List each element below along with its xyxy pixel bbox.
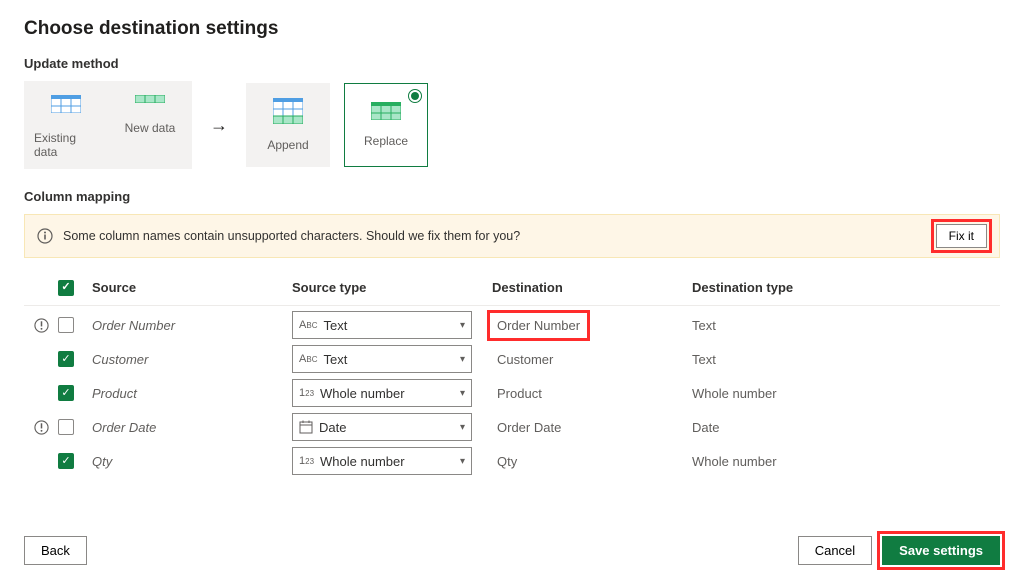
save-settings-button[interactable]: Save settings: [882, 536, 1000, 565]
source-type-dropdown[interactable]: 123 Whole number ▾: [292, 379, 472, 407]
table-row: Order Date Date ▾ Order Date Date: [24, 410, 1000, 444]
column-mapping-table: Source Source type Destination Destinati…: [24, 274, 1000, 478]
dropdown-label: Text: [323, 352, 454, 367]
table-row: Qty 123 Whole number ▾ Qty Whole number: [24, 444, 1000, 478]
source-type-dropdown[interactable]: 123 Whole number ▾: [292, 447, 472, 475]
destination-cell: Qty: [492, 451, 692, 472]
destination-text: Qty: [492, 451, 522, 472]
existing-data-label: Existing data: [34, 131, 98, 159]
destination-type-cell: Text: [692, 352, 892, 367]
destination-type-cell: Whole number: [692, 386, 892, 401]
dropdown-label: Whole number: [320, 454, 454, 469]
new-data-card: New data: [108, 81, 192, 169]
dropdown-label: Date: [319, 420, 454, 435]
source-type-dropdown[interactable]: Date ▾: [292, 413, 472, 441]
dropdown-label: Whole number: [320, 386, 454, 401]
text-type-icon: ABC: [299, 353, 317, 365]
text-type-icon: ABC: [299, 319, 317, 331]
existing-data-card: Existing data: [24, 81, 108, 169]
th-source-type: Source type: [292, 280, 492, 295]
chevron-down-icon: ▾: [460, 388, 465, 399]
chevron-down-icon: ▾: [460, 354, 465, 365]
table-head: Source Source type Destination Destinati…: [24, 274, 1000, 306]
replace-option[interactable]: Replace: [344, 83, 428, 167]
page-title: Choose destination settings: [24, 18, 1000, 40]
select-all-checkbox[interactable]: [58, 280, 74, 296]
table-row: Order Number ABC Text ▾ Order Number Text: [24, 308, 1000, 342]
table-row: Customer ABC Text ▾ Customer Text: [24, 342, 1000, 376]
append-label: Append: [267, 138, 308, 152]
chevron-down-icon: ▾: [460, 320, 465, 331]
destination-type-cell: Text: [692, 318, 892, 333]
destination-text: Order Date: [492, 417, 566, 438]
back-button[interactable]: Back: [24, 536, 87, 565]
row-checkbox[interactable]: [58, 453, 74, 469]
destination-text: Customer: [492, 349, 558, 370]
warning-icon: [34, 318, 49, 333]
destination-cell: Customer: [492, 349, 692, 370]
existing-data-icon: [51, 95, 81, 113]
destination-cell: Order Date: [492, 417, 692, 438]
number-type-icon: 123: [299, 387, 314, 399]
chevron-down-icon: ▾: [460, 456, 465, 467]
destination-type-cell: Whole number: [692, 454, 892, 469]
source-cell: Order Number: [92, 318, 292, 333]
row-warning: [24, 420, 58, 435]
radio-selected-icon: [408, 89, 422, 103]
th-destination-type: Destination type: [692, 280, 892, 295]
destination-cell: Order Number: [492, 315, 692, 336]
alert-bar: Some column names contain unsupported ch…: [24, 214, 1000, 258]
new-data-icon: [135, 95, 165, 103]
arrow-icon: →: [206, 115, 232, 136]
row-checkbox[interactable]: [58, 317, 74, 333]
row-checkbox[interactable]: [58, 419, 74, 435]
date-type-icon: [299, 420, 313, 434]
cancel-button[interactable]: Cancel: [798, 536, 872, 565]
alert-message: Some column names contain unsupported ch…: [63, 229, 926, 243]
fix-it-button[interactable]: Fix it: [936, 224, 987, 248]
data-source-group: Existing data New data: [24, 81, 192, 169]
source-cell: Qty: [92, 454, 292, 469]
destination-text: Order Number: [492, 315, 585, 336]
new-data-label: New data: [125, 121, 176, 135]
th-source: Source: [92, 280, 292, 295]
update-method-row: Existing data New data →: [24, 81, 1000, 169]
warning-icon: [34, 420, 49, 435]
footer: Back Cancel Save settings: [24, 518, 1000, 565]
destination-text: Product: [492, 383, 547, 404]
replace-label: Replace: [364, 134, 408, 148]
table-row: Product 123 Whole number ▾ Product Whole numb…: [24, 376, 1000, 410]
replace-icon: [371, 102, 401, 120]
row-checkbox[interactable]: [58, 385, 74, 401]
table-body: Order NumberABCText▾Order NumberTextCust…: [24, 308, 1000, 478]
column-mapping-label: Column mapping: [24, 189, 1000, 204]
destination-cell: Product: [492, 383, 692, 404]
source-cell: Customer: [92, 352, 292, 367]
destination-type-cell: Date: [692, 420, 892, 435]
source-type-dropdown[interactable]: ABC Text ▾: [292, 345, 472, 373]
source-cell: Product: [92, 386, 292, 401]
append-icon: [273, 98, 303, 124]
th-destination: Destination: [492, 280, 692, 295]
source-type-dropdown[interactable]: ABC Text ▾: [292, 311, 472, 339]
row-checkbox[interactable]: [58, 351, 74, 367]
info-icon: [37, 228, 53, 244]
source-cell: Order Date: [92, 420, 292, 435]
row-warning: [24, 318, 58, 333]
dropdown-label: Text: [323, 318, 454, 333]
append-option[interactable]: Append: [246, 83, 330, 167]
update-method-label: Update method: [24, 56, 1000, 71]
number-type-icon: 123: [299, 455, 314, 467]
settings-page: Choose destination settings Update metho…: [0, 0, 1024, 581]
chevron-down-icon: ▾: [460, 422, 465, 433]
